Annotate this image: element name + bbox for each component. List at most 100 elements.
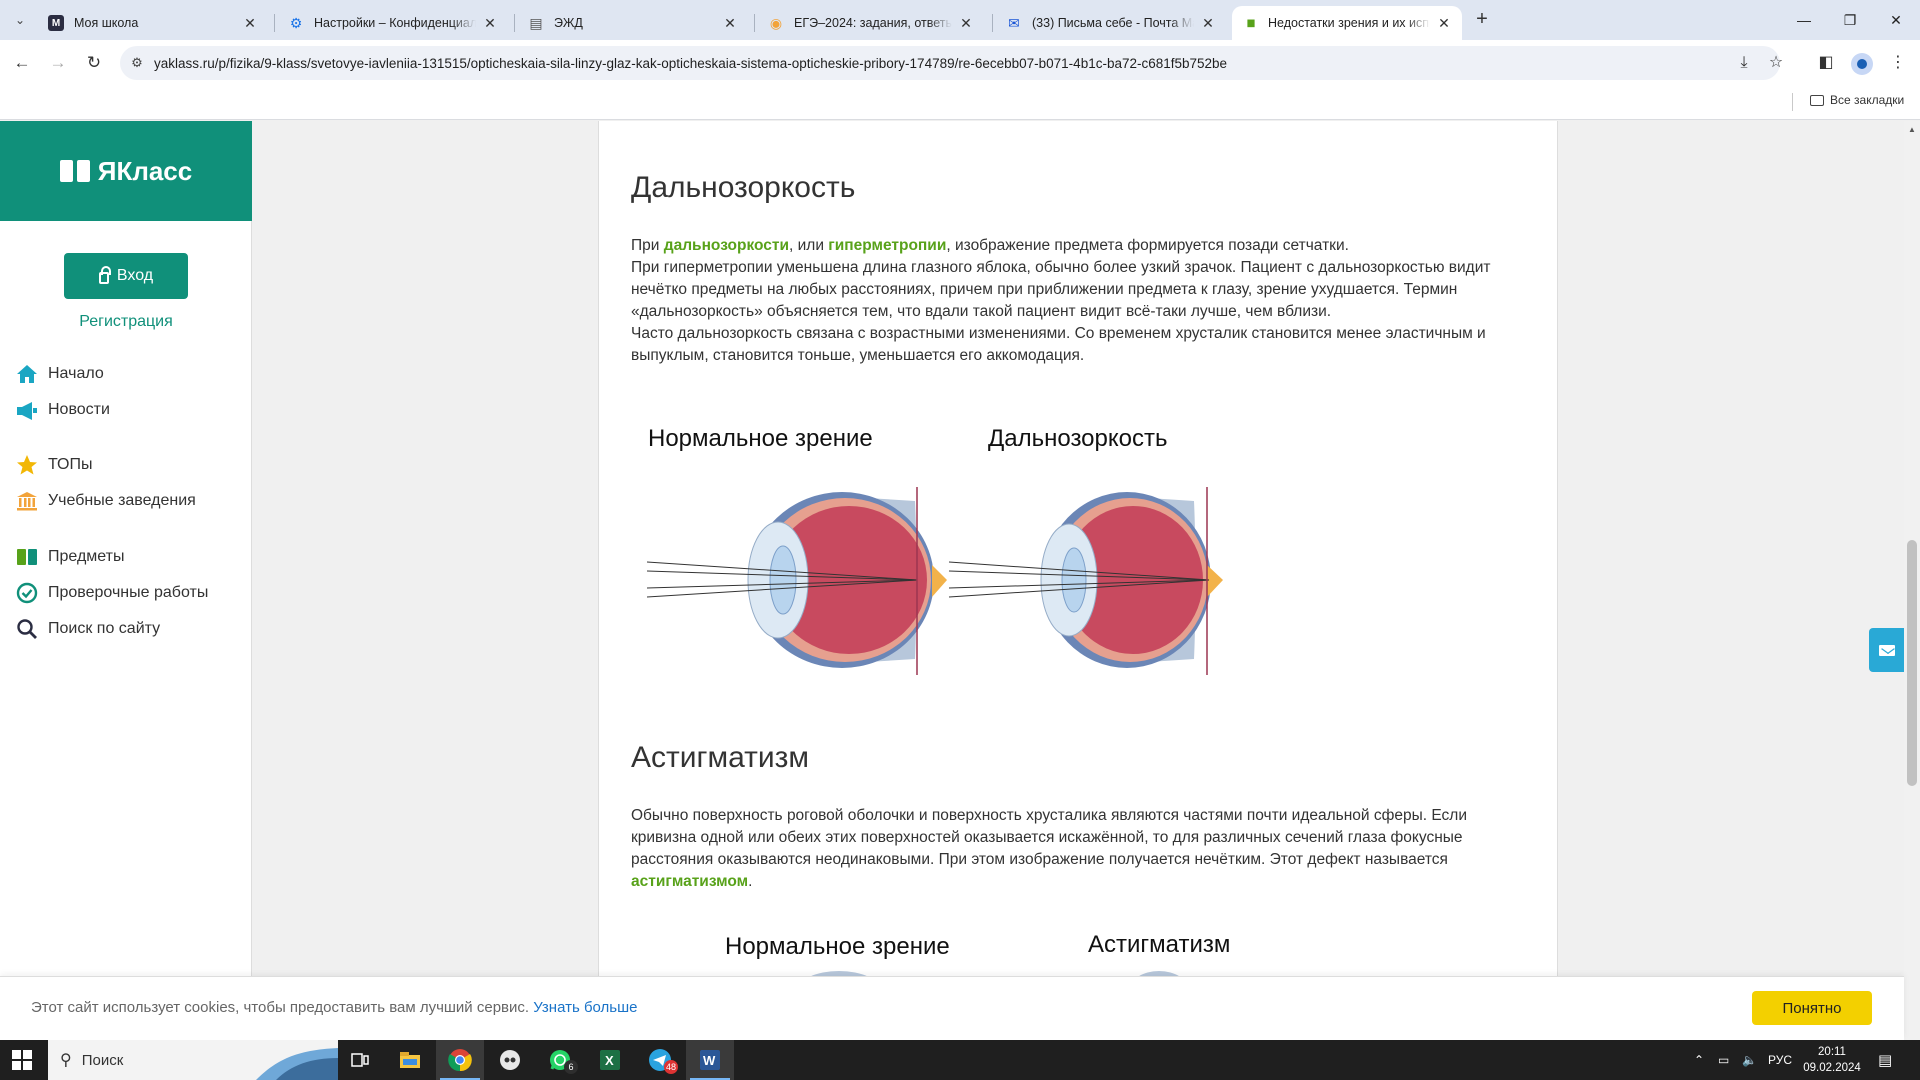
cookie-learn-more-link[interactable]: Узнать больше [533, 999, 637, 1016]
scroll-up-icon[interactable]: ▲ [1908, 125, 1916, 134]
tab-close-icon[interactable]: ✕ [958, 15, 974, 32]
sidebar-item-tops[interactable]: ТОПы [16, 452, 93, 478]
cookie-banner: Этот сайт использует cookies, чтобы пред… [0, 976, 1904, 1040]
login-label: Вход [116, 267, 154, 284]
page-scrollbar[interactable]: ▲ [1904, 121, 1920, 1040]
new-tab-button[interactable]: + [1472, 9, 1492, 30]
paragraph-hyperopia-1: При дальнозоркости, или гиперметропии, и… [631, 235, 1531, 367]
bookmarks-separator [1792, 93, 1793, 111]
word-icon[interactable]: W [686, 1040, 734, 1080]
site-info-icon[interactable]: ⚙ [120, 55, 154, 71]
tab-ege[interactable]: ◉ ЕГЭ–2024: задания, ответы, решения ✕ [758, 6, 984, 40]
url-text[interactable]: yaklass.ru/p/fizika/9-klass/svetovye-iav… [154, 56, 1227, 71]
svg-text:W: W [703, 1053, 716, 1068]
tab-separator [514, 14, 515, 32]
minimize-icon[interactable]: — [1792, 8, 1816, 32]
login-button[interactable]: Вход [64, 253, 188, 299]
news-icon [16, 399, 38, 421]
term-link-hypermetropia[interactable]: гиперметропии [828, 237, 946, 254]
avatar-icon [1857, 59, 1867, 69]
address-bar[interactable]: ⚙ yaklass.ru/p/fizika/9-klass/svetovye-i… [120, 46, 1780, 80]
install-app-icon[interactable]: ⤓ [1732, 51, 1756, 75]
tab-title: Моя школа [74, 16, 139, 30]
taskbar-search-box[interactable]: ⚲ Поиск [48, 1040, 338, 1080]
bookmark-star-icon[interactable]: ☆ [1764, 51, 1788, 75]
telegram-icon[interactable]: 48 [636, 1040, 684, 1080]
side-panel-icon[interactable]: ◧ [1814, 51, 1838, 75]
network-icon[interactable]: ▭ [1718, 1040, 1729, 1080]
back-icon[interactable]: ← [10, 51, 34, 75]
forward-icon[interactable]: → [46, 51, 70, 75]
sidebar-item-home[interactable]: Начало [16, 361, 104, 387]
tab-moya-shkola[interactable]: М Моя школа ✕ [38, 6, 268, 40]
tray-chevron-icon[interactable]: ⌃ [1694, 1040, 1704, 1080]
search-icon: ⚲ [60, 1052, 72, 1069]
file-explorer-icon[interactable] [386, 1040, 434, 1080]
menu-kebab-icon[interactable]: ⋮ [1886, 51, 1910, 75]
eye-diagram-hyperopia [647, 487, 1223, 675]
clock-date: 09.02.2024 [1803, 1062, 1861, 1074]
sidebar-item-news[interactable]: Новости [16, 397, 110, 423]
sidebar-item-search[interactable]: Поиск по сайту [16, 616, 160, 642]
home-icon [16, 363, 38, 385]
school-icon [16, 490, 38, 512]
close-window-icon[interactable]: ✕ [1884, 8, 1908, 32]
restore-icon[interactable]: ❐ [1838, 8, 1862, 32]
taskbar-clock[interactable]: 20:11 09.02.2024 [1796, 1044, 1868, 1076]
excel-icon[interactable]: X [586, 1040, 634, 1080]
term-link-astigmatism[interactable]: астигматизмом [631, 873, 748, 890]
folder-icon [1810, 94, 1824, 106]
windows-start-icon[interactable] [12, 1050, 32, 1070]
scrollbar-thumb[interactable] [1907, 540, 1917, 786]
term-link-hyperopia[interactable]: дальнозоркости [664, 237, 789, 254]
tab-settings[interactable]: ⚙ Настройки – Конфиденциальность ✕ [278, 6, 508, 40]
tab-search-button[interactable]: ⌄ [8, 8, 32, 32]
task-view-icon[interactable] [336, 1040, 384, 1080]
vpn-app-icon[interactable] [486, 1040, 534, 1080]
cookie-text: Этот сайт использует cookies, чтобы пред… [31, 999, 638, 1016]
whatsapp-icon[interactable]: 6 [536, 1040, 584, 1080]
yaklass-logo[interactable]: ЯКласс [0, 121, 252, 221]
volume-icon[interactable]: 🔈 [1742, 1040, 1757, 1080]
notifications-icon[interactable]: ▤ [1878, 1040, 1892, 1080]
cookie-accept-button[interactable]: Понятно [1752, 991, 1872, 1025]
envelope-icon [1878, 644, 1895, 656]
reload-icon[interactable]: ↻ [82, 51, 106, 75]
tab-close-icon[interactable]: ✕ [482, 15, 498, 32]
figure-caption-hyperopia: Дальнозоркость [988, 425, 1168, 452]
tab-close-icon[interactable]: ✕ [1200, 15, 1216, 32]
tab-close-icon[interactable]: ✕ [1436, 15, 1452, 32]
yaklass-favicon-icon: ▮▮ [1246, 17, 1255, 29]
chrome-icon[interactable] [436, 1040, 484, 1080]
sidebar-item-label: Предметы [48, 548, 125, 565]
tab-separator [754, 14, 755, 32]
profile-avatar[interactable] [1851, 53, 1873, 75]
tab-mail[interactable]: ✉ (33) Письма себе - Почта Mail.ru ✕ [996, 6, 1226, 40]
language-indicator[interactable]: РУС [1768, 1040, 1792, 1080]
tab-yaklass-active[interactable]: ▮▮ Недостатки зрения и их исправление ✕ [1232, 6, 1462, 40]
tab-ezhd[interactable]: ▤ ЭЖД ✕ [518, 6, 748, 40]
sidebar-item-tests[interactable]: Проверочные работы [16, 580, 208, 606]
star-icon [16, 454, 38, 476]
paragraph-hyperopia-2: При гиперметропии уменьшена длина глазно… [631, 259, 1491, 320]
tab-close-icon[interactable]: ✕ [722, 15, 738, 32]
tab-title: Недостатки зрения и их исправление [1268, 16, 1430, 30]
feedback-button[interactable] [1869, 628, 1904, 672]
sidebar-item-label: Поиск по сайту [48, 620, 161, 637]
gear-icon: ⚙ [289, 14, 303, 31]
sidebar-item-subjects[interactable]: Предметы [16, 544, 124, 570]
check-icon [16, 582, 38, 604]
svg-text:X: X [605, 1053, 614, 1068]
logo-text: ЯКласс [97, 155, 193, 186]
page-viewport: ЯКласс Вход Регистрация Начало Новости Т… [0, 121, 1904, 1040]
browser-toolbar: ← → ↻ ⚙ yaklass.ru/p/fizika/9-klass/svet… [0, 40, 1920, 86]
tab-separator [992, 14, 993, 32]
register-link[interactable]: Регистрация [0, 313, 252, 331]
text: Обычно поверхность роговой оболочки и по… [631, 807, 1468, 868]
bookmarks-bar: Все закладки [0, 86, 1920, 120]
tab-title: ЕГЭ–2024: задания, ответы, решения [794, 16, 952, 30]
lock-icon [98, 266, 111, 284]
all-bookmarks-button[interactable]: Все закладки [1810, 93, 1904, 107]
tab-close-icon[interactable]: ✕ [242, 15, 258, 32]
sidebar-item-schools[interactable]: Учебные заведения [16, 488, 196, 514]
